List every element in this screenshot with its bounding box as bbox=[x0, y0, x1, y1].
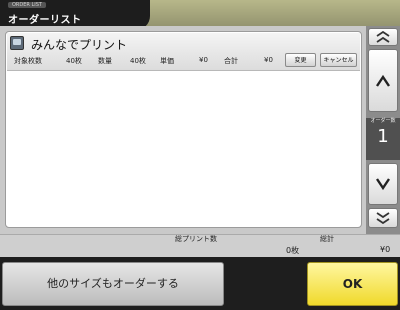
header-subtitle: ORDER LIST bbox=[8, 2, 46, 8]
double-up-arrow-icon bbox=[376, 31, 390, 43]
unit-price-label: 単価 bbox=[160, 57, 174, 65]
up-arrow-icon bbox=[376, 74, 390, 87]
down-arrow-icon bbox=[376, 178, 390, 191]
scroll-down-button[interactable] bbox=[368, 163, 398, 205]
order-other-sizes-button[interactable]: 他のサイズもオーダーする bbox=[2, 262, 224, 306]
order-count-value: 1 bbox=[377, 126, 389, 147]
print-set-icon bbox=[10, 36, 24, 50]
order-item-name: みんなでプリント bbox=[31, 38, 128, 52]
unit-price-value: ¥0 bbox=[199, 56, 208, 64]
scroll-top-button[interactable] bbox=[368, 28, 398, 46]
change-button[interactable]: 変更 bbox=[285, 53, 316, 67]
scroll-up-button[interactable] bbox=[368, 49, 398, 112]
quantity-value: 40枚 bbox=[130, 57, 146, 65]
grand-total-value: ¥0 bbox=[380, 245, 391, 254]
ok-button[interactable]: OK bbox=[307, 262, 398, 306]
target-count-value: 40枚 bbox=[66, 57, 82, 65]
grand-total-label: 総計 bbox=[320, 235, 334, 243]
order-count-label: オーダー数 bbox=[370, 118, 396, 124]
page-title: オーダーリスト bbox=[8, 15, 82, 26]
cancel-button[interactable]: キャンセル bbox=[320, 53, 357, 67]
total-label: 合計 bbox=[224, 57, 238, 65]
total-value: ¥0 bbox=[264, 56, 273, 64]
quantity-label: 数量 bbox=[98, 57, 112, 65]
target-count-label: 対象枚数 bbox=[14, 57, 42, 65]
scroll-bottom-button[interactable] bbox=[368, 208, 398, 228]
total-prints-label: 総プリント数 bbox=[175, 235, 217, 243]
double-down-arrow-icon bbox=[376, 212, 390, 224]
total-prints-value: 0枚 bbox=[286, 246, 300, 255]
